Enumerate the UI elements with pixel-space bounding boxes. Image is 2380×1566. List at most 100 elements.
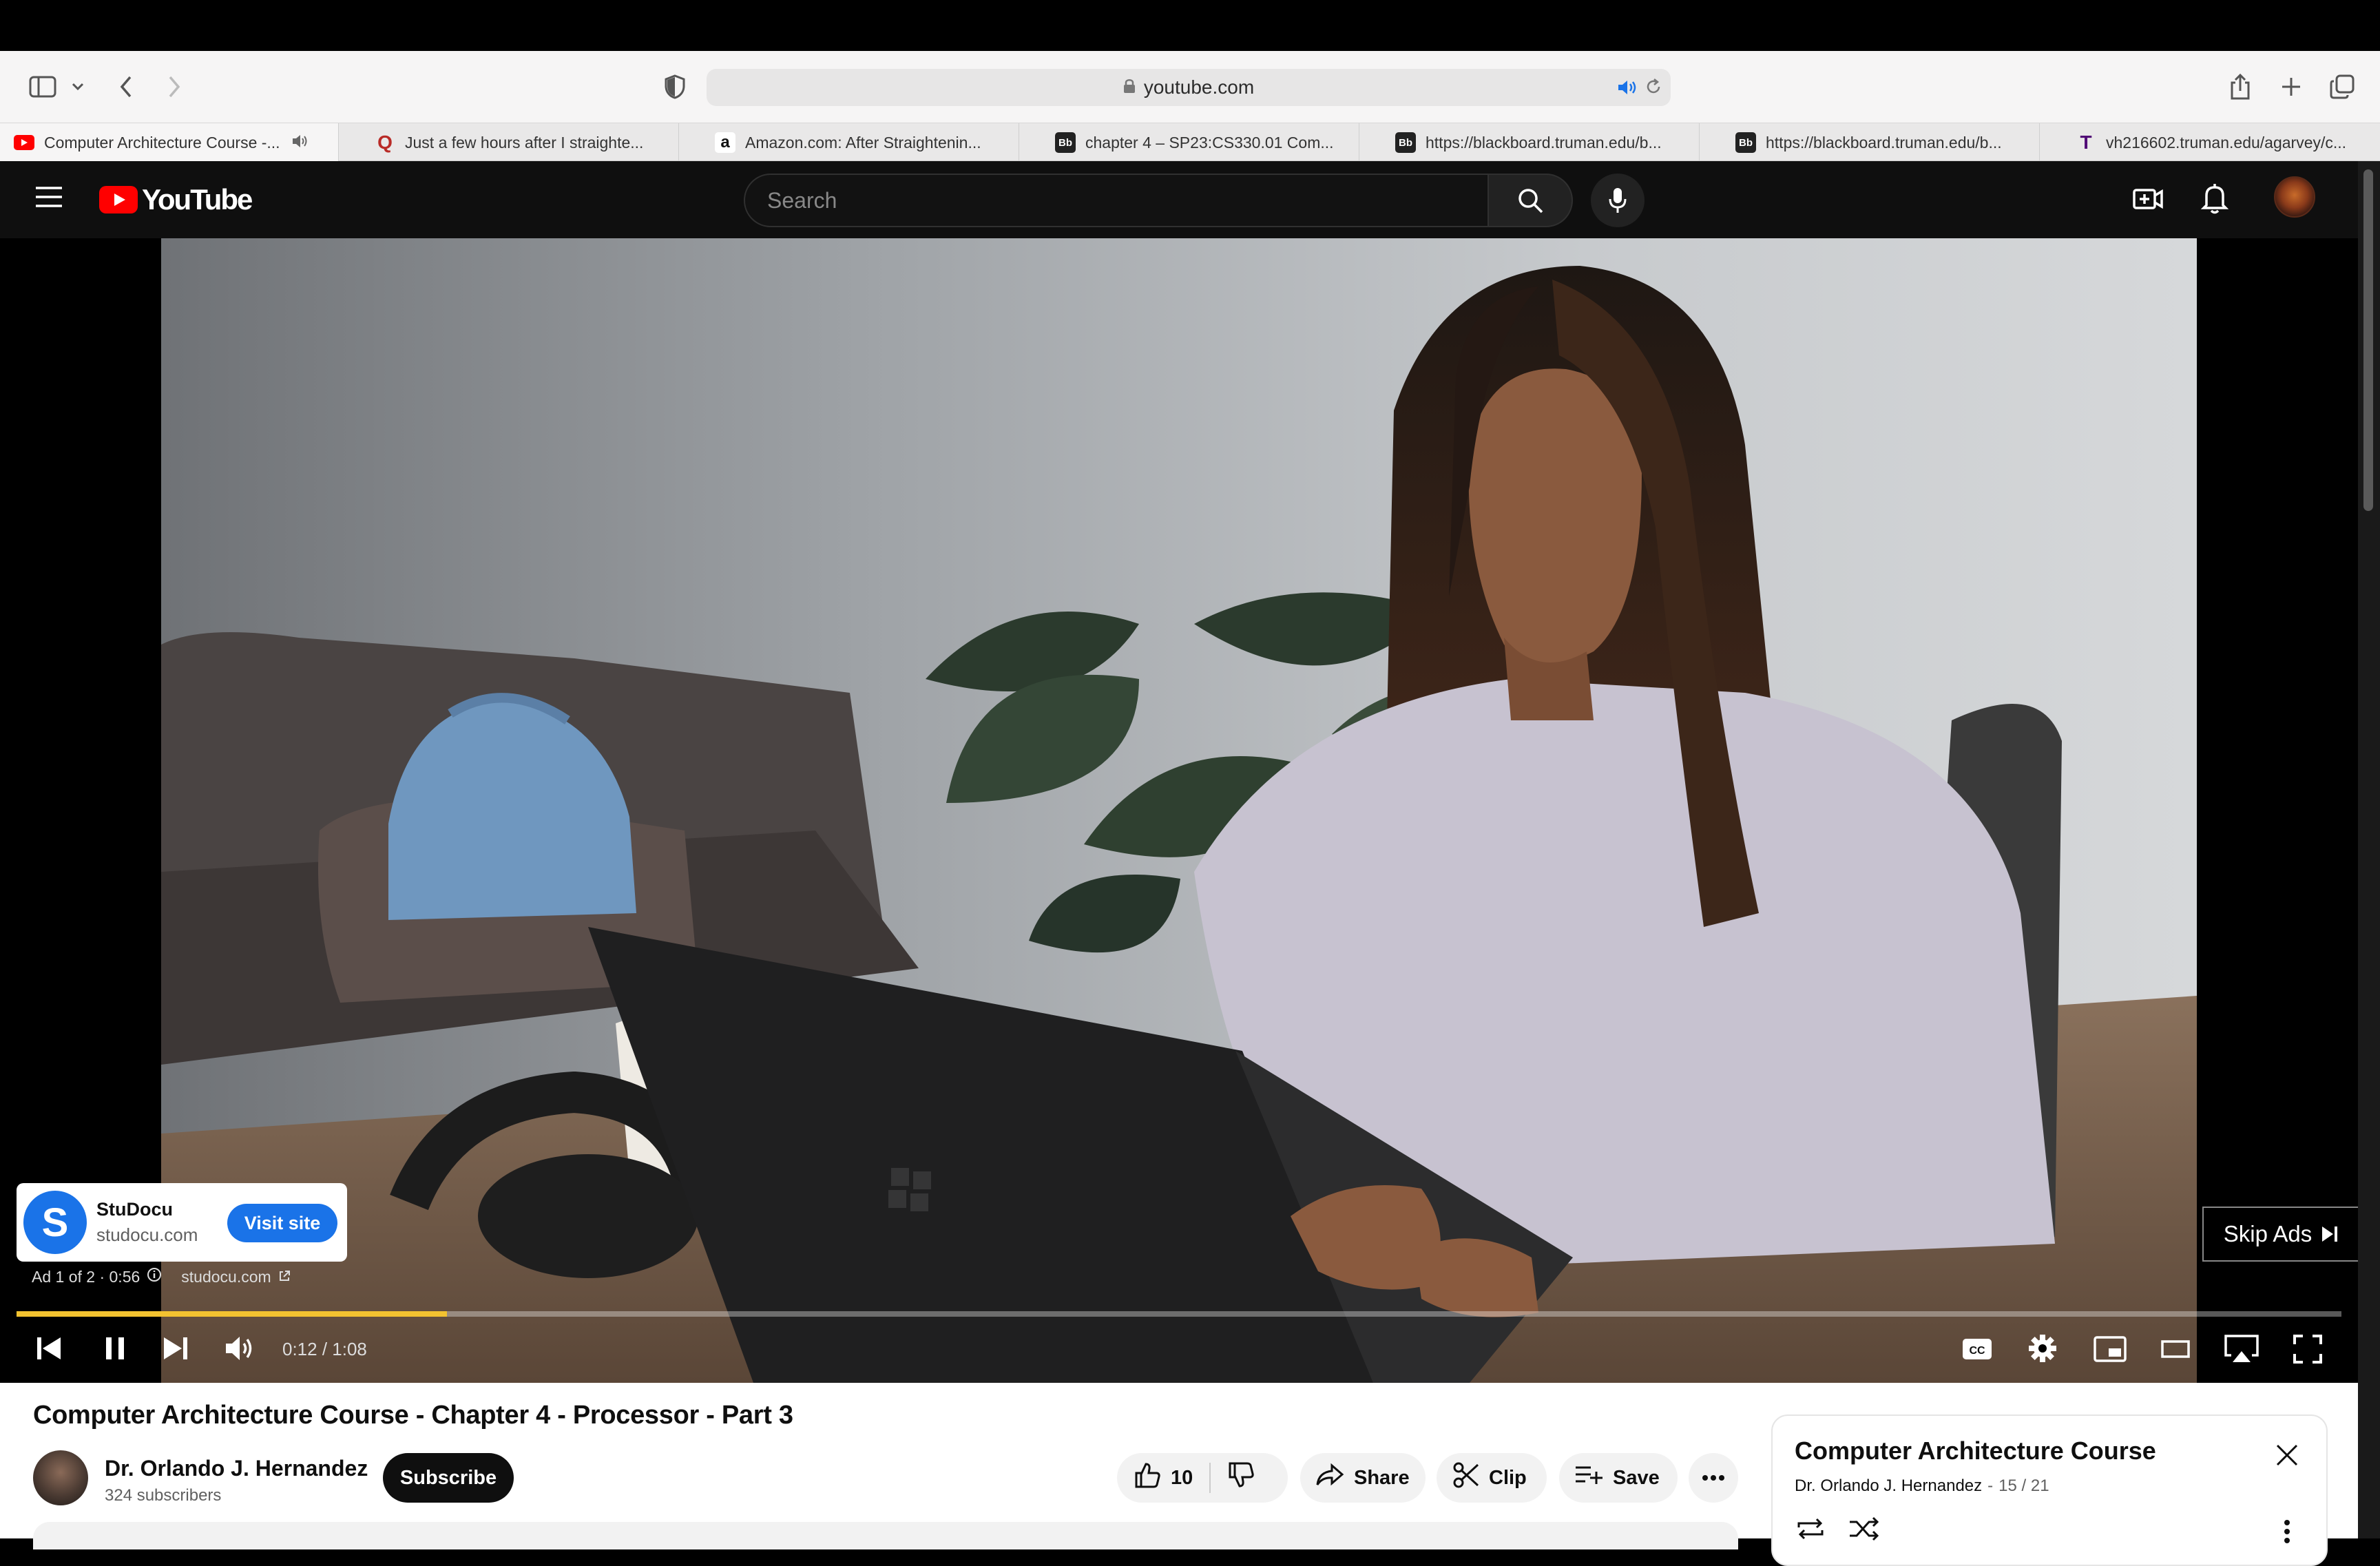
channel-name[interactable]: Dr. Orlando J. Hernandez [105,1456,368,1481]
like-divider [1209,1463,1211,1493]
search-button[interactable] [1488,174,1573,227]
youtube-favicon [14,135,34,150]
playlist-owner[interactable]: Dr. Orlando J. Hernandez [1795,1476,1982,1496]
blackboard-favicon: Bb [1735,132,1756,153]
youtube-logo-text: YouTube [142,183,253,216]
sidebar-toggle-icon[interactable] [25,51,61,123]
audio-playing-icon[interactable] [1617,79,1638,101]
miniplayer-icon[interactable] [2094,1336,2127,1366]
playlist-position: 15 / 21 [1998,1476,2049,1495]
scrollbar-thumb[interactable] [2363,169,2373,511]
privacy-shield-icon[interactable] [660,51,690,123]
progress-track[interactable] [17,1311,2341,1317]
playlist-title[interactable]: Computer Architecture Course [1795,1437,2156,1465]
share-label: Share [1354,1466,1410,1489]
url-text: youtube.com [1143,76,1255,98]
tab-overview-icon[interactable] [2325,51,2359,123]
loop-icon[interactable] [1795,1516,1826,1545]
forward-icon[interactable] [158,51,190,123]
tab-blackboard-1[interactable]: Bb https://blackboard.truman.edu/b... [1359,123,1700,162]
tab-amazon[interactable]: a Amazon.com: After Straightenin... [679,123,1019,162]
next-icon[interactable] [161,1336,189,1364]
description-box[interactable] [33,1522,1738,1549]
shuffle-icon[interactable] [1848,1516,1880,1545]
close-icon[interactable] [2275,1443,2299,1470]
tab-quora[interactable]: Q Just a few hours after I straighte... [339,123,679,162]
svg-text:CC: CC [1969,1345,1985,1357]
browser-toolbar: youtube.com [0,51,2380,123]
scissors-icon [1453,1462,1479,1494]
save-button[interactable]: Save [1559,1453,1678,1503]
microphone-icon [1609,188,1627,213]
tab-label: chapter 4 – SP23:CS330.01 Com... [1085,133,1334,152]
ad-info: Ad 1 of 2 · 0:56 studocu.com [32,1267,291,1286]
notifications-icon[interactable] [2200,182,2229,218]
like-icon[interactable] [1134,1462,1161,1494]
voice-search-button[interactable] [1591,174,1645,227]
channel-avatar[interactable] [33,1450,88,1505]
menu-icon[interactable] [34,186,63,211]
search-input[interactable]: Search [744,174,1489,227]
watch-page-content: Computer Architecture Course - Chapter 4… [0,1383,2358,1566]
captions-icon[interactable]: CC [1961,1336,1993,1366]
video-title: Computer Architecture Course - Chapter 4… [33,1401,793,1430]
clip-button[interactable]: Clip [1437,1453,1547,1503]
external-link-icon [278,1268,291,1286]
info-icon[interactable] [147,1267,162,1286]
playlist-meta: Dr. Orlando J. Hernandez - 15 / 21 [1795,1476,2049,1496]
tab-bar: Computer Architecture Course -... Q Just… [0,123,2380,162]
settings-gear-icon[interactable] [2027,1333,2058,1367]
user-avatar[interactable] [2274,176,2315,218]
share-icon[interactable] [2224,51,2256,123]
subscribe-button[interactable]: Subscribe [383,1453,514,1503]
skip-ads-label: Skip Ads [2223,1221,2313,1246]
ad-counter: Ad 1 of 2 · 0:56 [32,1267,140,1286]
fullscreen-icon[interactable] [2293,1335,2322,1367]
tab-truman[interactable]: T vh216602.truman.edu/agarvey/c... [2040,123,2380,162]
more-vertical-icon[interactable] [2284,1519,2290,1547]
youtube-logo-icon [99,186,138,213]
volume-icon[interactable] [225,1335,256,1366]
more-horizontal-icon [1702,1475,1724,1481]
like-count: 10 [1171,1466,1193,1489]
tab-label: https://blackboard.truman.edu/b... [1766,133,2002,152]
ad-card[interactable]: S StuDocu studocu.com Visit site [17,1183,347,1262]
youtube-logo[interactable]: YouTube [99,183,253,216]
pause-icon[interactable] [103,1336,128,1364]
visit-site-button[interactable]: Visit site [227,1204,337,1242]
lock-icon [1123,76,1136,98]
previous-icon[interactable] [36,1336,63,1364]
new-tab-icon[interactable] [2275,51,2307,123]
quora-favicon: Q [377,132,393,153]
skip-icon [2322,1226,2338,1242]
time-display: 0:12 / 1:08 [282,1339,367,1359]
video-frame [161,238,2197,1383]
chevron-down-icon[interactable] [66,51,90,123]
like-dislike-group: 10 [1117,1453,1288,1503]
tab-label: vh216602.truman.edu/agarvey/c... [2106,133,2347,152]
address-bar[interactable]: youtube.com [707,69,1671,106]
tab-chapter4[interactable]: Bb chapter 4 – SP23:CS330.01 Com... [1019,123,1359,162]
advertiser-domain: studocu.com [96,1224,198,1245]
advertiser-name: StuDocu [96,1199,173,1220]
search-icon [1518,189,1543,213]
more-actions-button[interactable] [1689,1453,1738,1503]
reload-icon[interactable] [1645,78,1662,101]
truman-favicon: T [2080,132,2092,153]
skip-ads-button[interactable]: Skip Ads [2202,1207,2359,1262]
top-black-bar [0,0,2380,51]
ad-link[interactable]: studocu.com [181,1268,271,1286]
share-button[interactable]: Share [1300,1453,1426,1503]
tab-youtube[interactable]: Computer Architecture Course -... [0,123,339,162]
dislike-icon[interactable] [1227,1462,1255,1494]
tab-blackboard-2[interactable]: Bb https://blackboard.truman.edu/b... [1700,123,2040,162]
clip-label: Clip [1489,1466,1527,1489]
back-icon[interactable] [110,51,142,123]
tab-audio-icon[interactable] [291,134,309,152]
create-video-icon[interactable] [2132,183,2164,218]
video-player[interactable]: S StuDocu studocu.com Visit site Ad 1 of… [0,238,2359,1383]
airplay-icon[interactable] [2223,1333,2260,1367]
share-arrow-icon [1315,1463,1344,1492]
tab-label: Just a few hours after I straighte... [405,133,644,152]
theater-mode-icon[interactable] [2161,1340,2190,1361]
